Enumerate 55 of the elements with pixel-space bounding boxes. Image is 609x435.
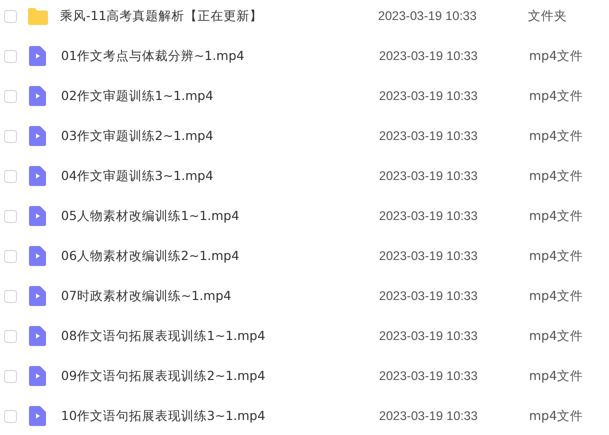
video-file-icon <box>29 166 46 186</box>
file-type: mp4文件 <box>529 168 584 184</box>
file-type: mp4文件 <box>529 288 584 304</box>
file-type: 文件夹 <box>528 8 567 24</box>
checkbox[interactable] <box>4 170 17 182</box>
file-type: mp4文件 <box>529 48 584 64</box>
modified-date: 2023-03-19 10:33 <box>379 169 479 183</box>
file-name[interactable]: 04作文审题训练3~1.mp4 <box>61 168 379 184</box>
file-name[interactable]: 02作文审题训练1~1.mp4 <box>61 88 379 104</box>
file-name[interactable]: 05人物素材改编训练1~1.mp4 <box>61 208 379 224</box>
modified-date: 2023-03-19 10:33 <box>379 209 479 223</box>
modified-date: 2023-03-19 10:33 <box>379 249 479 263</box>
checkbox[interactable] <box>4 370 17 382</box>
video-file-icon <box>29 206 46 226</box>
modified-date: 2023-03-19 10:33 <box>379 49 479 63</box>
modified-date: 2023-03-19 10:33 <box>379 409 479 423</box>
modified-date: 2023-03-19 10:33 <box>379 289 479 303</box>
file-name[interactable]: 乘风-11高考真题解析【正在更新】 <box>60 8 378 24</box>
file-name[interactable]: 07时政素材改编训练~1.mp4 <box>61 288 379 304</box>
modified-date: 2023-03-19 10:33 <box>379 329 479 343</box>
modified-date: 2023-03-19 10:33 <box>379 369 479 383</box>
folder-icon <box>28 8 48 24</box>
checkbox[interactable] <box>4 90 17 102</box>
modified-date: 2023-03-19 10:33 <box>379 129 479 143</box>
video-file-icon <box>29 126 46 146</box>
file-type: mp4文件 <box>529 88 584 104</box>
modified-date: 2023-03-19 10:33 <box>379 89 479 103</box>
file-name[interactable]: 10作文语句拓展表现训练3~1.mp4 <box>61 408 379 424</box>
file-type: mp4文件 <box>529 408 584 424</box>
video-file-icon <box>29 46 46 66</box>
checkbox[interactable] <box>4 410 17 422</box>
checkbox[interactable] <box>4 330 17 342</box>
checkbox[interactable] <box>4 130 17 142</box>
file-type: mp4文件 <box>529 328 584 344</box>
checkbox[interactable] <box>4 250 17 262</box>
video-file-icon <box>29 286 46 306</box>
file-type: mp4文件 <box>529 248 584 264</box>
video-file-icon <box>29 366 46 386</box>
checkbox[interactable] <box>4 210 17 222</box>
checkbox[interactable] <box>4 10 17 22</box>
file-name[interactable]: 08作文语句拓展表现训练1~1.mp4 <box>61 328 379 344</box>
modified-date: 2023-03-19 10:33 <box>378 9 478 23</box>
video-file-icon <box>29 326 46 346</box>
file-name[interactable]: 06人物素材改编训练2~1.mp4 <box>61 248 379 264</box>
video-file-icon <box>29 246 46 266</box>
file-type: mp4文件 <box>529 368 584 384</box>
file-name[interactable]: 01作文考点与体裁分辨~1.mp4 <box>61 48 379 64</box>
file-type: mp4文件 <box>529 208 584 224</box>
file-name[interactable]: 03作文审题训练2~1.mp4 <box>61 128 379 144</box>
file-type: mp4文件 <box>529 128 584 144</box>
video-file-icon <box>29 406 46 426</box>
video-file-icon <box>29 86 46 106</box>
file-name[interactable]: 09作文语句拓展表现训练2~1.mp4 <box>61 368 379 384</box>
checkbox[interactable] <box>4 50 17 62</box>
checkbox[interactable] <box>4 290 17 302</box>
